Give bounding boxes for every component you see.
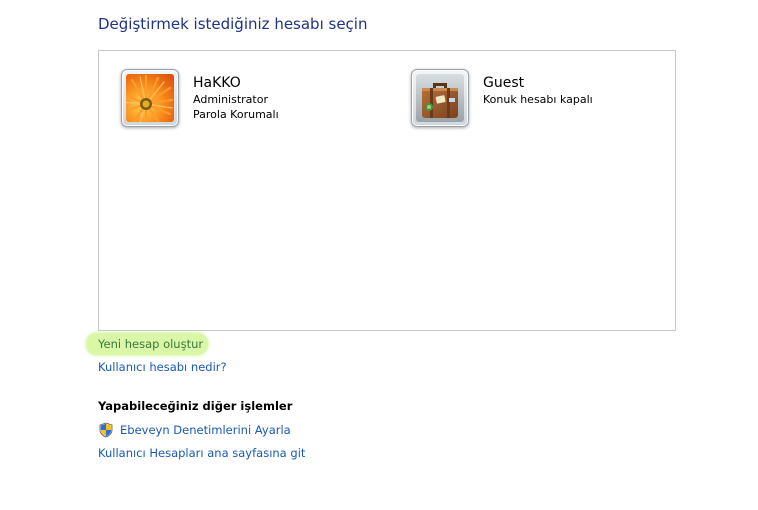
account-text: Guest Konuk hesabı kapalı bbox=[483, 75, 593, 107]
account-text: HaKKO Administrator Parola Korumalı bbox=[193, 75, 279, 122]
flower-avatar-icon bbox=[126, 74, 174, 122]
account-tile-guest[interactable]: Guest Konuk hesabı kapalı bbox=[411, 69, 593, 127]
uac-shield-icon bbox=[99, 422, 113, 438]
account-status: Parola Korumalı bbox=[193, 108, 279, 121]
what-is-account-link[interactable]: Kullanıcı hesabı nedir? bbox=[98, 360, 227, 374]
suitcase-avatar-icon bbox=[416, 74, 464, 122]
other-tasks-heading: Yapabileceğiniz diğer işlemler bbox=[98, 399, 293, 413]
create-account-link[interactable]: Yeni hesap oluştur bbox=[98, 337, 203, 351]
account-status: Konuk hesabı kapalı bbox=[483, 93, 593, 106]
account-name: HaKKO bbox=[193, 75, 241, 91]
account-role: Administrator bbox=[193, 93, 268, 106]
avatar-frame bbox=[411, 69, 469, 127]
avatar-frame bbox=[121, 69, 179, 127]
page-title: Değiştirmek istediğiniz hesabı seçin bbox=[98, 15, 368, 33]
accounts-panel: HaKKO Administrator Parola Korumalı Gues… bbox=[98, 50, 676, 331]
account-tile-hakko[interactable]: HaKKO Administrator Parola Korumalı bbox=[121, 69, 279, 127]
accounts-home-link[interactable]: Kullanıcı Hesapları ana sayfasına git bbox=[98, 446, 305, 460]
account-name: Guest bbox=[483, 75, 525, 91]
parental-controls-link[interactable]: Ebeveyn Denetimlerini Ayarla bbox=[120, 423, 291, 437]
